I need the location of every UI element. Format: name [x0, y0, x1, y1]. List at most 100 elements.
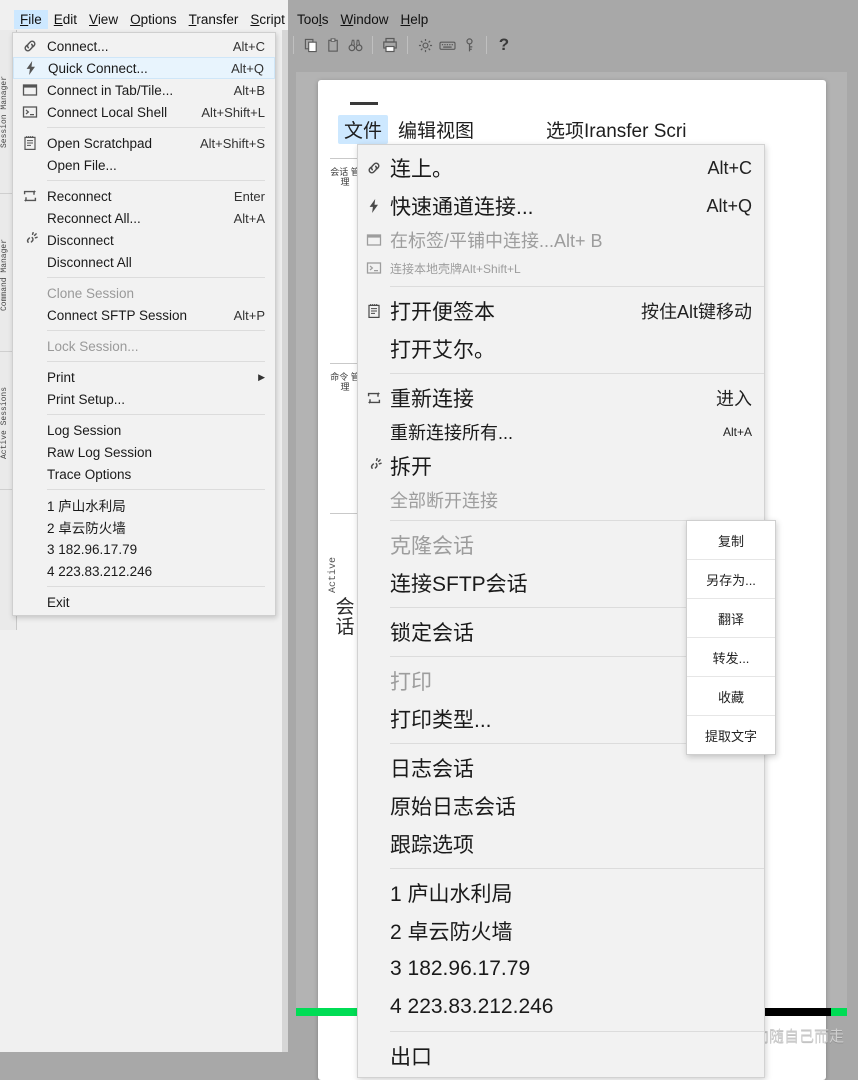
- embedded-menu-item-9[interactable]: 重新连接所有... Alt+A: [358, 417, 764, 447]
- menu-item-label: Connect...: [47, 38, 109, 54]
- menubar-item-tools[interactable]: Tools: [291, 10, 335, 29]
- context-menu-item-1[interactable]: 另存为...: [687, 560, 775, 598]
- menu-item-accelerator: Alt+B: [233, 82, 265, 98]
- embedded-menu-item-30[interactable]: 出口: [358, 1037, 764, 1075]
- window-icon: [13, 82, 47, 98]
- menu-item-reconnect[interactable]: Reconnect Enter: [13, 185, 275, 207]
- menu-item-accelerator: Alt+Q: [231, 60, 264, 76]
- menubar-item-options[interactable]: Options: [124, 10, 183, 29]
- embedded-menu-item-8[interactable]: 重新连接 进入: [358, 379, 764, 417]
- menu-item-connect-local-shell[interactable]: Connect Local Shell Alt+Shift+L: [13, 101, 275, 123]
- embedded-menu-item-26[interactable]: 2 卓云防火墙: [358, 912, 764, 950]
- menu-item-accelerator: Alt+P: [233, 307, 265, 323]
- embedded-context-menu: 复制 另存为... 翻译 转发... 收藏 提取文字: [686, 520, 776, 755]
- menubar-item-script[interactable]: Script: [244, 10, 291, 29]
- embedded-menu-item-label: 4 223.83.212.246: [390, 995, 554, 1018]
- embedded-menu-item-label: 1 庐山水利局: [390, 883, 513, 906]
- embedded-menu-item-label: 出口: [390, 1046, 432, 1069]
- embedded-menu-item-0[interactable]: 连上。 Alt+C: [358, 149, 764, 187]
- menu-item-4-223-83-212-246[interactable]: 4 223.83.212.246: [13, 560, 275, 582]
- menu-item-log-session[interactable]: Log Session: [13, 419, 275, 441]
- embedded-menu-item-28[interactable]: 4 223.83.212.246: [358, 988, 764, 1026]
- embedded-menu-item-1[interactable]: 快速通道连接... Alt+Q: [358, 187, 764, 225]
- embedded-menu-item-11: 全部断开连接: [358, 485, 764, 515]
- menu-item-label: Reconnect All...: [47, 210, 141, 226]
- menubar-item-edit[interactable]: Edit: [48, 10, 83, 29]
- menu-item-3-182-96-17-79[interactable]: 3 182.96.17.79: [13, 538, 275, 560]
- embedded-menu-item-6[interactable]: 打开艾尔。: [358, 330, 764, 368]
- menu-item-label: Disconnect All: [47, 254, 132, 270]
- copy-icon[interactable]: [301, 35, 321, 55]
- menu-item-disconnect-all[interactable]: Disconnect All: [13, 251, 275, 273]
- settings-gear-icon[interactable]: [415, 35, 435, 55]
- menu-item-label: 3 182.96.17.79: [47, 541, 138, 557]
- paste-icon[interactable]: [323, 35, 343, 55]
- embedded-menubar-item-2[interactable]: 选项Iransfer Scri: [546, 116, 686, 143]
- menubar-item-window[interactable]: Window: [334, 10, 394, 29]
- toolbar-separator: [372, 36, 373, 54]
- reconnect-icon: [358, 390, 390, 406]
- terminal-icon: [358, 260, 390, 276]
- menu-item-quick-connect[interactable]: Quick Connect... Alt+Q: [13, 57, 275, 79]
- context-menu-item-5[interactable]: 提取文字: [687, 716, 775, 754]
- toolbar-separator: [407, 36, 408, 54]
- embedded-menubar-item-1[interactable]: 编辑视图: [398, 116, 474, 143]
- menu-item-label: 1 庐山水利局: [47, 499, 126, 514]
- toolbar: ?: [288, 30, 518, 60]
- embedded-tab-sessions[interactable]: 会话: [330, 598, 360, 638]
- embedded-menu-item-label: 重新连接所有...: [390, 423, 514, 443]
- embedded-menu-item-accelerator: Alt+A: [722, 425, 752, 439]
- menubar-item-file[interactable]: File: [14, 9, 48, 29]
- help-question-icon[interactable]: ?: [494, 35, 514, 55]
- embedded-screenshot: 文件 编辑视图 选项Iransfer Scri 会话 管理 命令 管理 Active…: [296, 72, 847, 1080]
- menu-item-raw-log-session[interactable]: Raw Log Session: [13, 441, 275, 463]
- context-menu-item-0[interactable]: 复制: [687, 521, 775, 559]
- menu-item-label: Connect in Tab/Tile...: [47, 82, 174, 98]
- menu-item-2-卓云防火墙[interactable]: 2 卓云防火墙: [13, 516, 275, 538]
- lightning-icon: [14, 60, 48, 76]
- menu-item-reconnect-all[interactable]: Reconnect All... Alt+A: [13, 207, 275, 229]
- menu-item-open-scratchpad[interactable]: Open Scratchpad Alt+Shift+S: [13, 132, 275, 154]
- embedded-menu-item-22[interactable]: 原始日志会话: [358, 787, 764, 825]
- menubar-item-transfer[interactable]: Transfer: [183, 10, 245, 29]
- menu-item-exit[interactable]: Exit: [13, 591, 275, 613]
- disconnect-icon: [358, 458, 390, 474]
- menu-item-open-file[interactable]: Open File...: [13, 154, 275, 176]
- menubar-item-help[interactable]: Help: [395, 10, 435, 29]
- menu-item-connect-in-tab-tile[interactable]: Connect in Tab/Tile... Alt+B: [13, 79, 275, 101]
- menu-separator: [47, 127, 265, 128]
- find-binoculars-icon[interactable]: [345, 35, 365, 55]
- menu-item-print-setup[interactable]: Print Setup...: [13, 388, 275, 410]
- menu-item-1-庐山水利局[interactable]: 1 庐山水利局: [13, 494, 275, 516]
- context-menu-item-4[interactable]: 收藏: [687, 677, 775, 715]
- strip-divider: [330, 363, 360, 364]
- menu-item-disconnect[interactable]: Disconnect: [13, 229, 275, 251]
- embedded-menu-item-23[interactable]: 跟踪选项: [358, 825, 764, 863]
- file-dropdown-menu: Connect... Alt+C Quick Connect... Alt+Q Conn…: [12, 32, 276, 616]
- keyboard-icon[interactable]: [437, 35, 457, 55]
- embedded-menu-item-label: 2 卓云防火墙: [390, 921, 513, 944]
- menu-item-print[interactable]: Print ▶: [13, 366, 275, 388]
- print-icon[interactable]: [380, 35, 400, 55]
- link-icon: [358, 160, 390, 176]
- context-menu-item-2[interactable]: 翻译: [687, 599, 775, 637]
- embedded-menu-item-label: 日志会话: [390, 758, 474, 781]
- menu-item-label: Clone Session: [47, 285, 135, 301]
- embedded-menu-bar: 文件 编辑视图 选项Iransfer Scri: [338, 114, 818, 144]
- menubar-item-view[interactable]: View: [83, 10, 124, 29]
- menu-item-lock-session: Lock Session...: [13, 335, 275, 357]
- embedded-menubar-item-0[interactable]: 文件: [338, 114, 389, 144]
- menu-item-label: Exit: [47, 594, 70, 610]
- menu-separator: [47, 180, 265, 181]
- menu-item-label: 4 223.83.212.246: [47, 563, 153, 579]
- menu-item-connect[interactable]: Connect... Alt+C: [13, 35, 275, 57]
- menu-item-trace-options[interactable]: Trace Options: [13, 463, 275, 485]
- embedded-menu-item-5[interactable]: 打开便签本 按住Alt键移动: [358, 292, 764, 330]
- context-menu-item-3[interactable]: 转发...: [687, 638, 775, 676]
- embedded-menu-item-10[interactable]: 拆开: [358, 447, 764, 485]
- embedded-menu-item-25[interactable]: 1 庐山水利局: [358, 874, 764, 912]
- embedded-menu-item-27[interactable]: 3 182.96.17.79: [358, 950, 764, 988]
- embedded-menu-item-3: 连接本地壳牌Alt+Shift+L: [358, 255, 764, 281]
- key-icon[interactable]: [459, 35, 479, 55]
- menu-item-connect-sftp-session[interactable]: Connect SFTP Session Alt+P: [13, 304, 275, 326]
